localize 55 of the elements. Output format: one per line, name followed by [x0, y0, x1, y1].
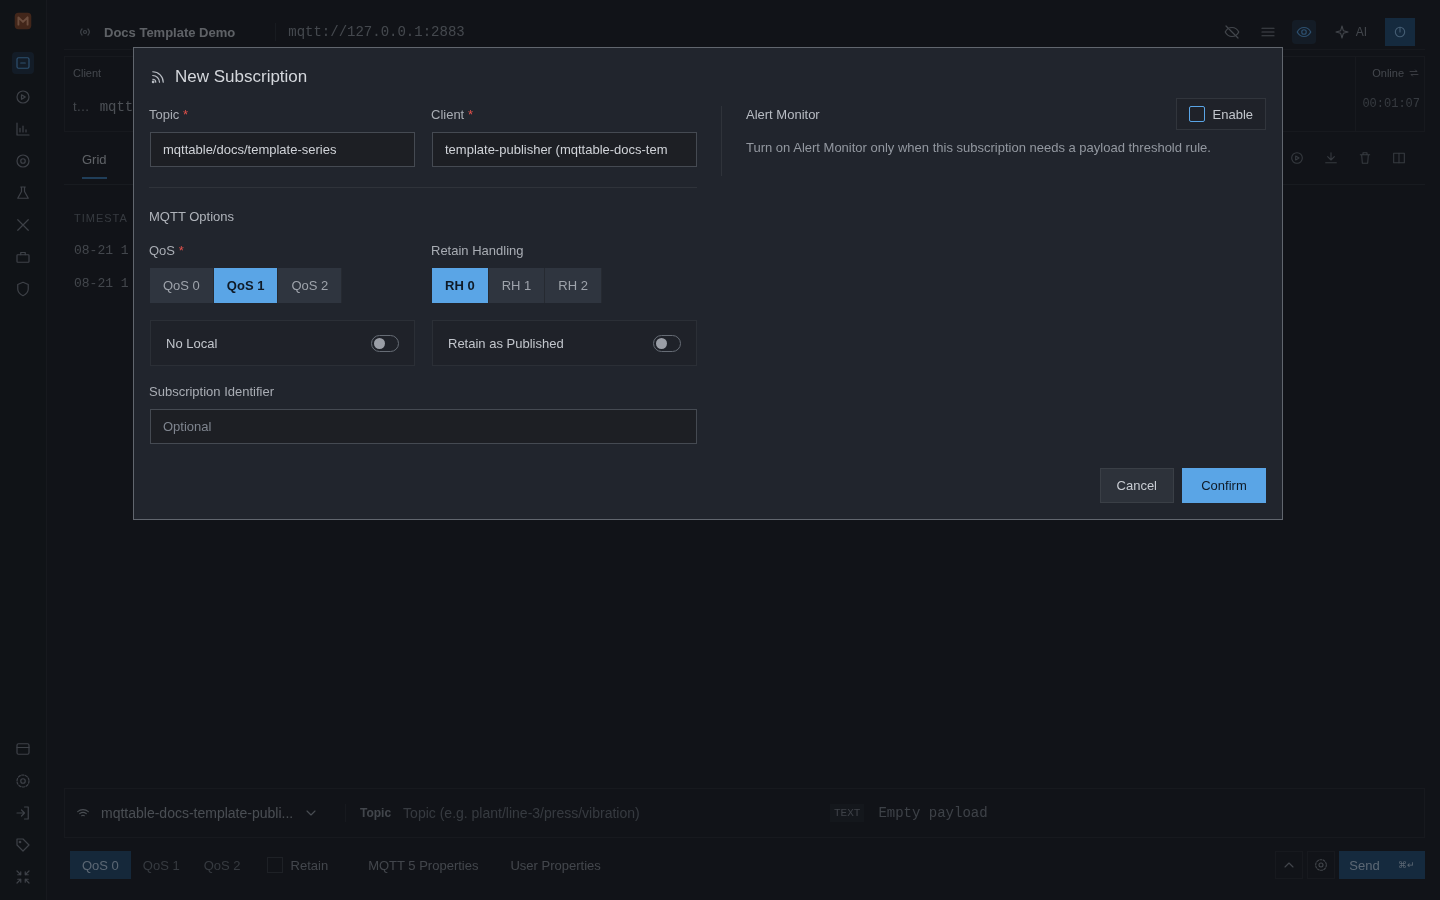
login-icon[interactable] — [14, 804, 32, 822]
eye-icon[interactable] — [1291, 20, 1316, 44]
field-label: Retain Handling — [431, 243, 524, 258]
window-icon[interactable] — [12, 52, 34, 74]
app-logo — [12, 10, 34, 32]
delete-icon[interactable] — [1357, 150, 1373, 166]
view-tab[interactable]: Grid — [82, 137, 107, 179]
settings-icon[interactable] — [14, 772, 32, 790]
workspace-title: Docs Template Demo — [104, 24, 236, 40]
flask-icon[interactable] — [14, 184, 32, 202]
tag-icon[interactable] — [14, 836, 32, 854]
qos-option[interactable]: QoS 0 — [150, 268, 214, 303]
play-icon[interactable] — [1289, 150, 1305, 166]
collapse-icon[interactable] — [14, 868, 32, 886]
option-label: Retain as Published — [448, 335, 564, 351]
chart-icon[interactable] — [14, 120, 32, 138]
identifier-field[interactable]: Optional — [150, 409, 697, 444]
field-label: Topic * — [149, 107, 189, 122]
field-label: QoS * — [149, 243, 184, 258]
retain-handling-option[interactable]: RH 1 — [488, 268, 546, 303]
section-heading: MQTT Options — [149, 209, 234, 224]
retain-handling-option[interactable]: RH 0 — [432, 268, 489, 303]
topic-field[interactable]: mqttable/docs/template-series — [150, 132, 415, 167]
cancel-button[interactable]: Cancel — [1099, 468, 1174, 503]
power-button[interactable] — [1385, 18, 1415, 46]
subscription-icon — [149, 68, 167, 86]
window-icon[interactable] — [14, 740, 32, 758]
field-label: Subscription Identifier — [149, 384, 274, 399]
field-label: Client * — [431, 107, 473, 122]
play-icon[interactable] — [14, 88, 32, 106]
panel-icon[interactable] — [1391, 150, 1407, 166]
client-field[interactable]: template-publisher (mqttable-docs-tem — [432, 132, 697, 167]
option-label: No Local — [166, 335, 218, 351]
shortcut-hint: ⌘↵ — [1397, 860, 1415, 870]
qos-option[interactable]: QoS 2 — [278, 268, 343, 303]
target-icon[interactable] — [14, 152, 32, 170]
description-text: Turn on Alert Monitor only when this subscription needs a payload threshold rule. — [746, 140, 1212, 155]
dialog-title: New Subscription — [175, 67, 308, 87]
client-topic: mqtt — [99, 99, 134, 115]
enable-toggle[interactable]: Enable — [1175, 98, 1266, 130]
settings-icon — [1313, 857, 1329, 873]
sparkle-icon — [1333, 24, 1350, 40]
settings-button[interactable] — [1307, 851, 1335, 879]
qos-option[interactable]: QoS 0 — [70, 851, 131, 879]
connection-select[interactable]: mqttable-docs-template-publi... — [75, 805, 335, 821]
expand-button[interactable] — [1275, 851, 1303, 879]
send-button[interactable]: Send ⌘↵ — [1339, 851, 1425, 879]
section-heading: Alert Monitor — [746, 107, 820, 122]
retain-handling-option[interactable]: RH 2 — [545, 268, 602, 303]
qos-option[interactable]: QoS 1 — [213, 268, 279, 303]
swap-icon[interactable] — [1408, 67, 1420, 79]
confirm-button[interactable]: Confirm — [1182, 468, 1266, 503]
download-icon[interactable] — [1323, 150, 1339, 166]
shield-icon[interactable] — [14, 280, 32, 298]
power-icon — [1392, 24, 1408, 40]
